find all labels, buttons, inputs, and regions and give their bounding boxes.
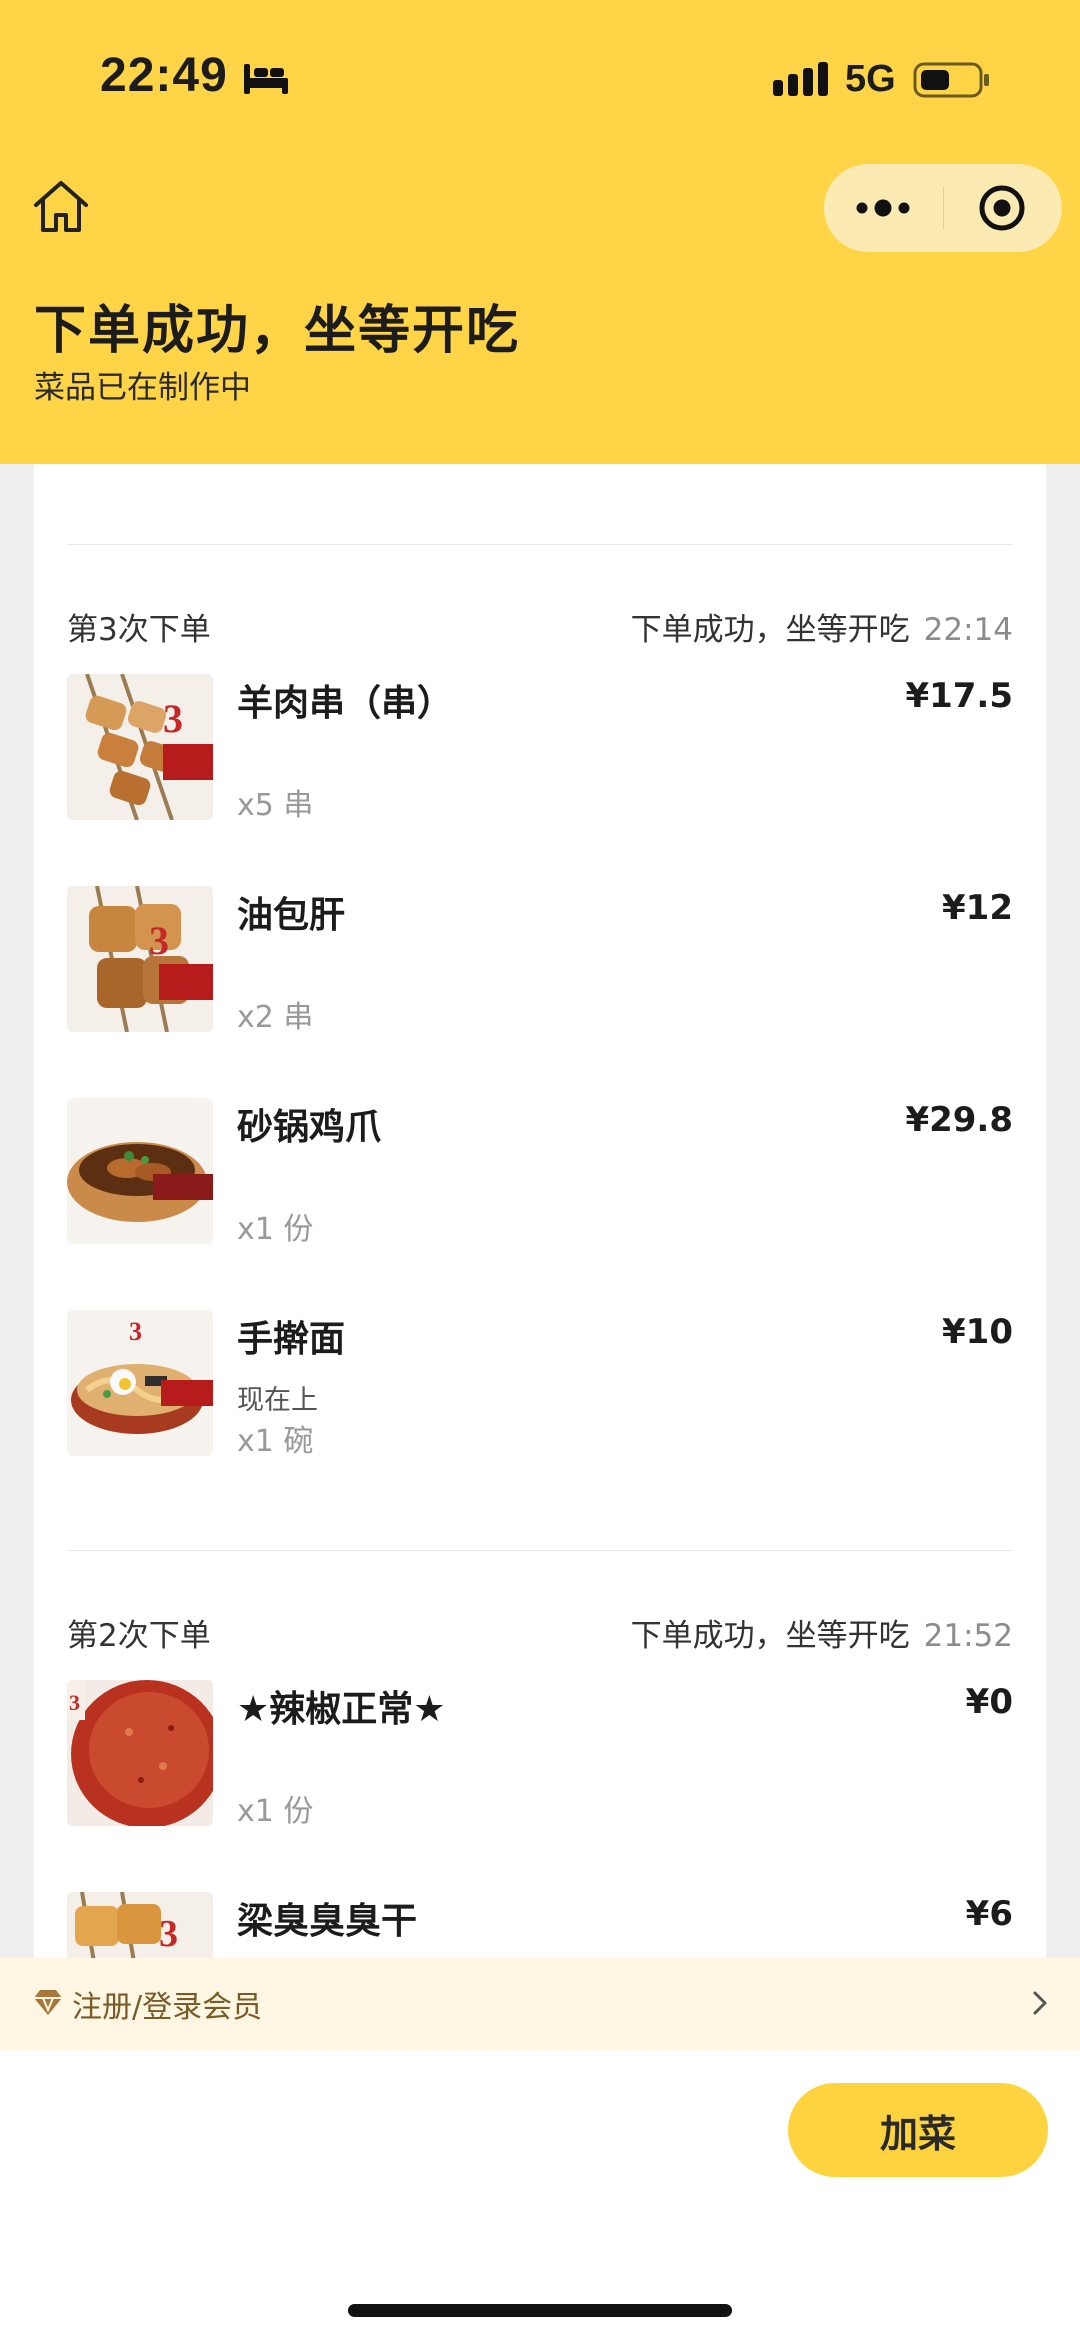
order-batch-status: 下单成功，坐等开吃 22:14 [631,604,1013,649]
order-item[interactable]: 3 手擀面 ¥10 现在上 x1 碗 [34,1310,1046,1480]
mini-program-capsule [824,164,1062,252]
dish-name: 梁臭臭臭干 [237,1901,418,1942]
page-subtitle: 菜品已在制作中 [34,370,251,406]
home-indicator[interactable] [348,2304,732,2317]
dish-price: ¥29.8 [905,1100,1013,1140]
dish-image: 3 [67,1680,213,1826]
svg-text:3: 3 [149,918,169,963]
order-item[interactable]: 3 ★辣椒正常★ ¥0 x1 份 [34,1680,1046,1850]
chevron-right-icon [1033,1991,1047,2015]
more-dots-icon [856,199,910,217]
order-batch-label: 第2次下单 [67,1618,211,1654]
dish-quantity: x5 串 [237,788,314,823]
member-login-bar[interactable]: 注册/登录会员 [0,1958,1080,2050]
divider [67,1550,1013,1551]
dish-quantity: x1 份 [237,1212,314,1247]
dish-image: 3 [67,674,213,820]
header: 22:49 5G 下单成功，坐等开吃 菜品已在制作中 [0,0,1080,464]
svg-text:3: 3 [69,1690,80,1715]
dish-price: ¥10 [942,1312,1013,1352]
home-button[interactable] [30,178,100,242]
target-close-icon [979,185,1025,231]
close-button[interactable] [944,164,1062,252]
dish-price: ¥6 [965,1894,1013,1934]
home-icon [34,181,88,232]
order-batch-status: 下单成功，坐等开吃 21:52 [631,1610,1013,1655]
order-item[interactable]: 砂锅鸡爪 ¥29.8 x1 份 [34,1098,1046,1268]
bottom-action-area: 加菜 [0,2050,1080,2341]
dish-name: 羊肉串（串） [237,683,454,724]
order-status-text: 下单成功，坐等开吃 [630,1618,910,1654]
order-item[interactable]: 3 羊肉串（串） ¥17.5 x5 串 [34,674,1046,844]
signal-icon [773,62,828,96]
order-status-text: 下单成功，坐等开吃 [630,612,910,648]
order-time: 22:14 [923,612,1013,648]
more-button[interactable] [824,164,943,252]
status-time: 22:49 [100,49,228,102]
order-batch-label: 第3次下单 [67,612,211,648]
dish-quantity: x1 份 [237,1794,314,1829]
dish-image: 3 [67,1310,213,1456]
dish-quantity: x2 串 [237,1000,314,1035]
network-label: 5G [845,58,896,100]
diamond-icon [34,1990,62,2015]
dish-price: ¥17.5 [905,676,1013,716]
bed-icon [244,64,288,94]
dish-price: ¥0 [965,1682,1013,1722]
dish-image: 3 [67,1892,213,1958]
svg-text:3: 3 [159,1913,178,1955]
order-item[interactable]: 3 油包肝 ¥12 x2 串 [34,886,1046,1056]
order-list-card: 第3次下单 下单成功，坐等开吃 22:14 3 羊肉串（串） ¥17.5 x5 串 [34,464,1046,1958]
svg-text:3: 3 [163,696,183,741]
dish-note: 现在上 [237,1385,318,1416]
dish-name: 手擀面 [237,1319,346,1360]
dish-image: 3 [67,886,213,1032]
page-title: 下单成功，坐等开吃 [34,301,521,361]
dish-name: ★辣椒正常★ [237,1689,446,1730]
dish-name: 砂锅鸡爪 [237,1107,382,1148]
order-time: 21:52 [923,1618,1013,1654]
order-item[interactable]: 3 梁臭臭臭干 ¥6 [34,1892,1046,1958]
dish-price: ¥12 [942,888,1013,928]
battery-icon [913,62,989,98]
divider [67,544,1013,545]
add-dish-button[interactable]: 加菜 [788,2083,1048,2177]
dish-image [67,1098,213,1244]
svg-text:3: 3 [129,1317,142,1346]
dish-name: 油包肝 [237,895,346,936]
dish-quantity: x1 碗 [237,1424,314,1459]
member-login-label: 注册/登录会员 [72,1990,263,2025]
